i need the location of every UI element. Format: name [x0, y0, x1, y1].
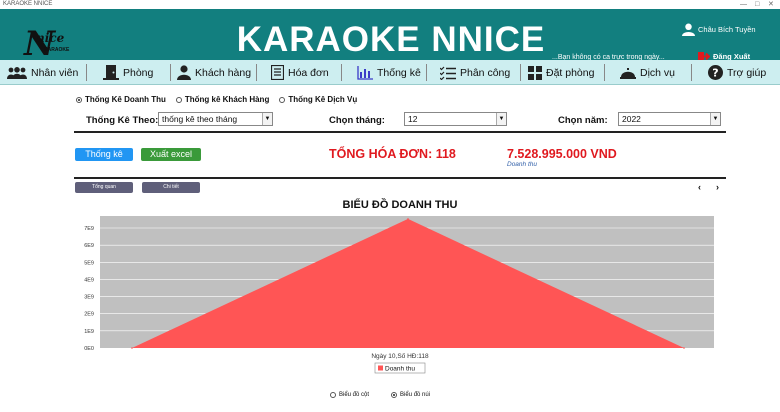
main-nav: Nhân viên Phòng Khách hàng Hóa đơn Thống… [0, 60, 780, 85]
chart-title: BIỂU ĐỒ DOANH THU [343, 198, 458, 211]
nav-label: Đặt phòng [546, 66, 595, 79]
y-tick-label: 6E9 [84, 243, 94, 249]
chevron-down-icon: ▼ [710, 113, 720, 125]
year-select[interactable]: 2022 ▼ [618, 112, 721, 126]
users-icon [7, 66, 27, 79]
bar-chart-icon [357, 65, 373, 80]
nav-divider [520, 64, 521, 81]
person-icon [177, 65, 191, 80]
y-tick-label: 4E9 [84, 277, 94, 283]
revenue-total: 7.528.995.000 VND [507, 147, 617, 161]
nav-item-customer[interactable]: Khách hàng [177, 63, 251, 82]
stat-by-select[interactable]: thống kê theo tháng ▼ [158, 112, 273, 126]
nav-divider [691, 64, 692, 81]
close-icon[interactable]: ✕ [768, 0, 774, 9]
data-point [407, 218, 409, 220]
radio-customer[interactable]: Thống kê Khách Hàng [175, 95, 269, 104]
revenue-caption: Doanh thu [507, 161, 537, 168]
user-name: Châu Bích Tuyền [698, 25, 756, 34]
nav-item-service[interactable]: Dịch vụ [620, 63, 675, 82]
y-tick-label: 0E0 [84, 346, 94, 352]
prev-arrow-icon[interactable]: ‹ [693, 181, 706, 193]
revenue-chart: BIỂU ĐỒ DOANH THU 0E0 1E9 2E9 3E9 4E9 5E9 6E9 7E… [74, 196, 726, 376]
nav-divider [341, 64, 342, 81]
y-tick-label: 5E9 [84, 260, 94, 266]
detail-tab[interactable]: Chi tiết [142, 182, 200, 193]
legend-label: Doanh thu [385, 366, 415, 373]
chevron-down-icon: ▼ [496, 113, 506, 125]
nav-divider [256, 64, 257, 81]
user-info[interactable]: Châu Bích Tuyền [682, 23, 756, 36]
nav-item-stats[interactable]: Thống kê [357, 63, 421, 82]
data-point [131, 347, 133, 349]
nav-item-assignment[interactable]: Phân công [440, 63, 510, 82]
export-excel-button[interactable]: Xuất excel [141, 148, 201, 161]
overview-tab[interactable]: Tổng quan [75, 182, 133, 193]
month-label: Chọn tháng: [329, 115, 385, 126]
nav-label: Khách hàng [195, 66, 252, 79]
nav-divider [86, 64, 87, 81]
minimize-icon[interactable]: — [740, 0, 747, 9]
radio-service[interactable]: Thống Kê Dịch Vụ [279, 95, 357, 104]
help-icon: ? [708, 65, 723, 80]
nav-label: Hóa đơn [288, 66, 329, 79]
chart-svg: BIỂU ĐỒ DOANH THU 0E0 1E9 2E9 3E9 4E9 5E9 6E9 7E… [84, 198, 714, 374]
y-tick-label: 1E9 [84, 329, 94, 335]
radio-area-chart[interactable]: Biểu đồ núi [391, 392, 430, 398]
svg-text:?: ? [712, 67, 718, 80]
nav-item-help[interactable]: ? Trợ giúp [708, 63, 766, 82]
report-type-group: Thống Kê Doanh Thu Thống kê Khách Hàng T… [76, 95, 357, 104]
stat-by-label: Thống Kê Theo: [86, 115, 159, 126]
chevron-down-icon: ▼ [262, 113, 272, 125]
user-icon [682, 23, 695, 36]
divider [74, 131, 726, 133]
nav-label: Dịch vụ [640, 66, 676, 79]
nav-label: Phân công [460, 66, 511, 79]
grid-icon [528, 65, 542, 80]
task-list-icon [440, 66, 456, 80]
app-title: KARAOKE NNICE [236, 20, 546, 59]
nav-label: Phòng [123, 66, 154, 79]
divider [74, 177, 726, 179]
nav-label: Trợ giúp [727, 66, 767, 79]
total-invoices: TỔNG HÓA ĐƠN: 118 [329, 147, 456, 161]
receipt-icon [271, 65, 284, 80]
y-tick-label: 2E9 [84, 312, 94, 318]
window-title: KARAOKE NNICE [3, 1, 53, 7]
nav-label: Thống kê [377, 66, 421, 79]
nav-item-staff[interactable]: Nhân viên [7, 63, 78, 82]
nav-label: Nhân viên [31, 66, 79, 79]
year-label: Chọn năm: [558, 115, 608, 126]
data-point [683, 347, 685, 349]
nav-item-booking[interactable]: Đặt phòng [528, 63, 594, 82]
nav-item-room[interactable]: Phòng [103, 63, 153, 82]
radio-revenue[interactable]: Thống Kê Doanh Thu [76, 95, 166, 104]
y-tick-label: 3E9 [84, 295, 94, 301]
maximize-icon[interactable]: □ [755, 0, 759, 9]
y-tick-label: 7E9 [84, 226, 94, 232]
nav-item-invoice[interactable]: Hóa đơn [271, 63, 329, 82]
app-header: N nice KARAOKE KARAOKE NNICE ...Bạn khôn… [0, 9, 780, 64]
x-axis-label: Ngày 10,Số HĐ:118 [371, 351, 429, 360]
nav-divider [604, 64, 605, 81]
month-select[interactable]: 12 ▼ [404, 112, 507, 126]
window-titlebar: KARAOKE NNICE — □ ✕ [0, 0, 780, 9]
legend-swatch [378, 365, 383, 371]
radio-bar-chart[interactable]: Biểu đồ cột [330, 392, 369, 398]
service-bell-icon [620, 67, 636, 79]
next-arrow-icon[interactable]: › [711, 181, 724, 193]
door-icon [103, 65, 119, 80]
nav-divider [170, 64, 171, 81]
stats-button[interactable]: Thống kê [75, 148, 133, 161]
chart-type-group: Biểu đồ cột Biểu đồ núi [330, 392, 430, 398]
nav-divider [426, 64, 427, 81]
